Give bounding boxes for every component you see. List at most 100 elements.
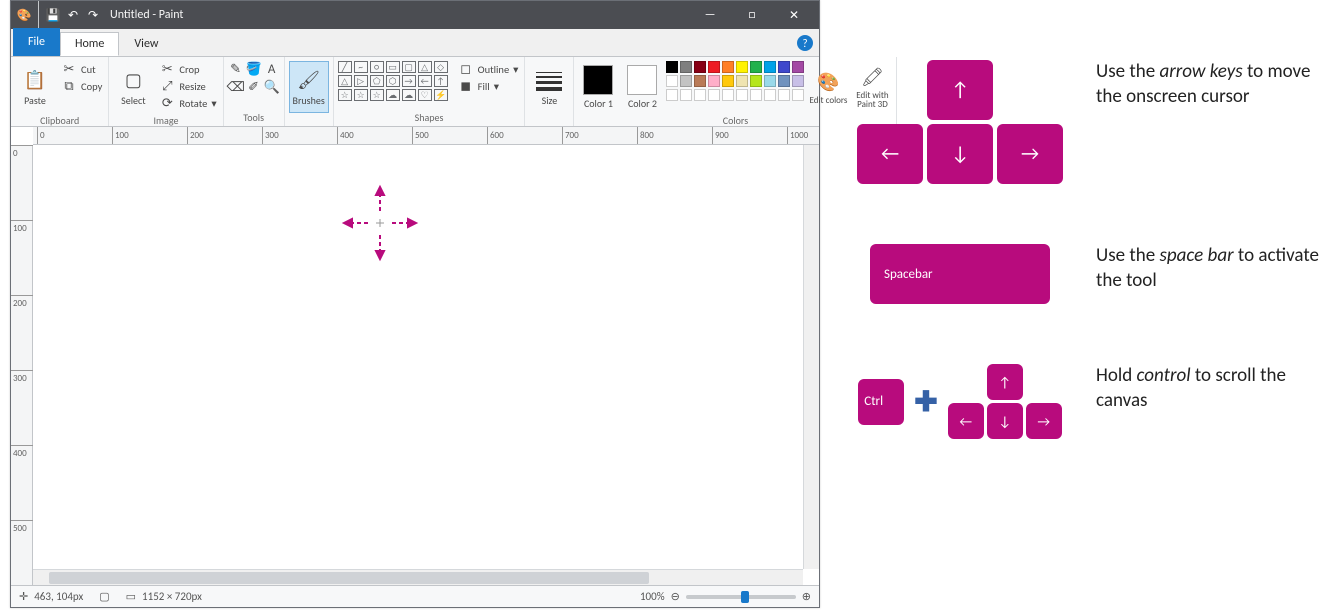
palette-swatch[interactable] bbox=[680, 61, 692, 73]
fill-tool-icon[interactable]: 🪣 bbox=[246, 61, 262, 77]
ribbon: 📋 Paste ✂Cut ⧉Copy Clipboard ▢ Select ✂C… bbox=[11, 57, 819, 127]
fill-button[interactable]: ◼Fill ▾ bbox=[456, 78, 521, 94]
redo-icon[interactable]: ↷ bbox=[86, 8, 100, 22]
palette-swatch[interactable] bbox=[708, 89, 720, 101]
palette-swatch[interactable] bbox=[750, 89, 762, 101]
palette-swatch[interactable] bbox=[722, 61, 734, 73]
edit-colors-button[interactable]: 🎨 Edit colors bbox=[808, 61, 848, 113]
undo-icon[interactable]: ↶ bbox=[66, 8, 80, 22]
brushes-icon: 🖌 bbox=[297, 68, 321, 92]
palette-swatch[interactable] bbox=[764, 89, 776, 101]
ribbon-group-size: Size bbox=[525, 57, 574, 126]
palette-swatch[interactable] bbox=[708, 61, 720, 73]
resize-button[interactable]: ⤢Resize bbox=[157, 78, 218, 94]
save-icon[interactable]: 💾 bbox=[46, 8, 60, 22]
eraser-tool-icon[interactable]: ⌫ bbox=[228, 79, 244, 95]
minimize-button[interactable]: — bbox=[689, 1, 731, 29]
palette-swatch[interactable] bbox=[764, 75, 776, 87]
copy-button[interactable]: ⧉Copy bbox=[59, 78, 104, 94]
palette-swatch[interactable] bbox=[736, 75, 748, 87]
ctrl-key-icon: Ctrl bbox=[858, 379, 904, 425]
shape-gallery[interactable]: ╱~○▭▢△◇ △▷⬠⬡→←↑ ☆☆☆☁☁♡⚡ bbox=[338, 61, 448, 101]
ribbon-group-tools: ✎ 🪣 A ⌫ ✐ 🔍 Tools bbox=[224, 57, 285, 126]
instruction-row-spacebar: Spacebar Use the space bar to activate t… bbox=[850, 244, 1320, 304]
outline-button[interactable]: ◻Outline ▾ bbox=[456, 61, 521, 77]
palette-swatch[interactable] bbox=[792, 61, 804, 73]
minimize-icon: — bbox=[705, 8, 716, 22]
palette-swatch[interactable] bbox=[708, 75, 720, 87]
paste-label: Paste bbox=[24, 94, 46, 107]
color2-button[interactable]: Color 2 bbox=[622, 61, 662, 113]
palette-swatch[interactable] bbox=[778, 89, 790, 101]
left-arrow-key-icon: ← bbox=[857, 124, 923, 184]
app-name: Paint bbox=[159, 8, 184, 22]
paint-window: 🎨 💾 ↶ ↷ Untitled - Paint — □ ✕ File Home… bbox=[10, 0, 820, 608]
brushes-button[interactable]: 🖌 Brushes bbox=[289, 61, 329, 113]
status-zoom: 100% ⊖ ⊕ bbox=[640, 590, 811, 603]
palette-swatch[interactable] bbox=[750, 61, 762, 73]
canvas-size-value: 1152 × 720px bbox=[142, 590, 202, 603]
crop-button[interactable]: ✂Crop bbox=[157, 61, 218, 77]
zoom-slider[interactable] bbox=[686, 595, 796, 599]
palette-swatch[interactable] bbox=[778, 75, 790, 87]
edit-colors-label: Edit colors bbox=[810, 96, 848, 105]
palette-swatch[interactable] bbox=[792, 75, 804, 87]
palette-swatch[interactable] bbox=[680, 75, 692, 87]
canvas[interactable] bbox=[33, 145, 819, 585]
plus-icon: ✚ bbox=[914, 384, 937, 419]
status-cursor-pos: ✛ 463, 104px bbox=[19, 590, 83, 603]
close-button[interactable]: ✕ bbox=[773, 1, 815, 29]
scrollbar-vertical[interactable] bbox=[803, 145, 819, 569]
fill-icon: ◼ bbox=[458, 78, 474, 94]
palette-swatch[interactable] bbox=[736, 61, 748, 73]
palette-swatch[interactable] bbox=[792, 89, 804, 101]
zoom-slider-knob[interactable] bbox=[741, 591, 749, 603]
tab-view[interactable]: View bbox=[119, 32, 173, 56]
zoom-out-button[interactable]: ⊖ bbox=[671, 590, 680, 603]
palette-swatch[interactable] bbox=[750, 75, 762, 87]
ruler-vertical: 0100200300400500600 bbox=[11, 145, 33, 585]
palette-swatch[interactable] bbox=[694, 61, 706, 73]
clipboard-small: ✂Cut ⧉Copy bbox=[59, 61, 104, 94]
palette-swatch[interactable] bbox=[736, 89, 748, 101]
status-canvas-size: ▭ 1152 × 720px bbox=[126, 590, 202, 603]
palette-swatch[interactable] bbox=[694, 75, 706, 87]
text-tool-icon[interactable]: A bbox=[264, 61, 280, 77]
canvas-size-icon: ▭ bbox=[126, 590, 136, 603]
crosshair-icon: ✛ bbox=[19, 590, 28, 603]
size-button[interactable]: Size bbox=[529, 61, 569, 113]
zoom-tool-icon[interactable]: 🔍 bbox=[264, 79, 280, 95]
select-button[interactable]: ▢ Select bbox=[113, 61, 153, 113]
tab-file[interactable]: File bbox=[13, 28, 60, 56]
picker-tool-icon[interactable]: ✐ bbox=[246, 79, 262, 95]
color-palette[interactable] bbox=[666, 61, 804, 101]
close-icon: ✕ bbox=[789, 8, 799, 23]
palette-swatch[interactable] bbox=[778, 61, 790, 73]
palette-swatch[interactable] bbox=[666, 61, 678, 73]
color1-button[interactable]: Color 1 bbox=[578, 61, 618, 113]
rotate-button[interactable]: ⟳Rotate ▾ bbox=[157, 95, 218, 111]
scrollbar-horizontal[interactable] bbox=[33, 569, 803, 585]
maximize-button[interactable]: □ bbox=[731, 1, 773, 29]
palette-swatch[interactable] bbox=[722, 75, 734, 87]
palette-swatch[interactable] bbox=[680, 89, 692, 101]
palette-swatch[interactable] bbox=[666, 89, 678, 101]
tab-strip: File Home View ? bbox=[11, 29, 819, 57]
paste-button[interactable]: 📋 Paste bbox=[15, 61, 55, 113]
cut-button[interactable]: ✂Cut bbox=[59, 61, 104, 77]
zoom-in-button[interactable]: ⊕ bbox=[802, 590, 811, 603]
maximize-icon: □ bbox=[748, 8, 755, 22]
ctrl-arrows-graphic: Ctrl ✚ ↑ ← ↓ → bbox=[858, 364, 1061, 439]
ruler-horizontal: 01002003004005006007008009001000 bbox=[33, 127, 819, 145]
help-button[interactable]: ? bbox=[797, 35, 813, 51]
palette-swatch[interactable] bbox=[764, 61, 776, 73]
pencil-tool-icon[interactable]: ✎ bbox=[228, 61, 244, 77]
arrow-keys-graphic: ↑ ← ↓ → bbox=[857, 60, 1063, 184]
palette-swatch[interactable] bbox=[694, 89, 706, 101]
cut-icon: ✂ bbox=[61, 61, 77, 77]
scroll-thumb[interactable] bbox=[49, 572, 649, 584]
palette-swatch[interactable] bbox=[722, 89, 734, 101]
palette-swatch[interactable] bbox=[666, 75, 678, 87]
size-label: Size bbox=[542, 94, 558, 107]
tab-home[interactable]: Home bbox=[60, 32, 119, 56]
